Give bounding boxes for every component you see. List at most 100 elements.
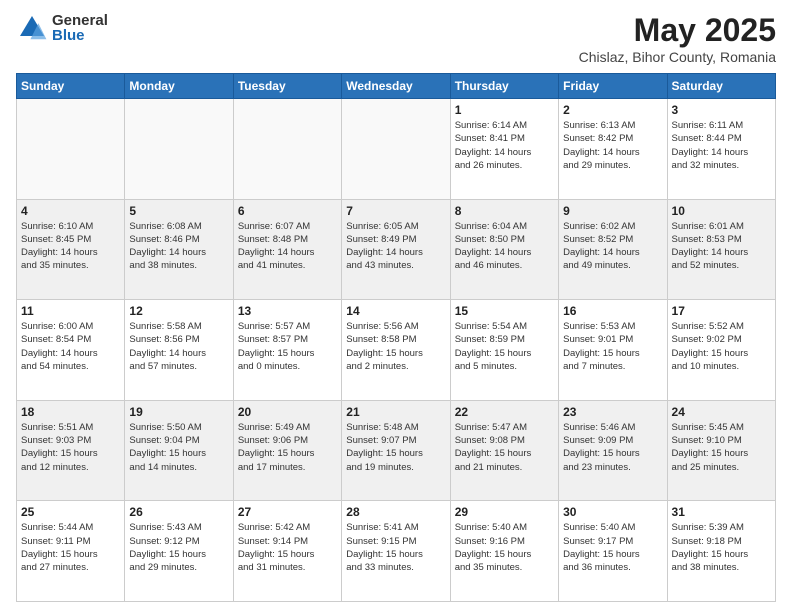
calendar-cell: 11 Sunrise: 6:00 AMSunset: 8:54 PMDayligh… [17, 300, 125, 401]
title-block: May 2025 Chislaz, Bihor County, Romania [579, 12, 776, 65]
day-number: 17 [672, 304, 771, 318]
calendar-cell: 24 Sunrise: 5:45 AMSunset: 9:10 PMDayligh… [667, 400, 775, 501]
calendar-cell: 21Sunrise: 5:48 AMSunset: 9:07 PMDayligh… [342, 400, 450, 501]
page: General Blue May 2025 Chislaz, Bihor Cou… [0, 0, 792, 612]
day-number: 10 [672, 204, 771, 218]
day-info: Sunrise: 5:40 AMSunset: 9:16 PMDaylight:… [455, 521, 554, 574]
day-number: 5 [129, 204, 228, 218]
day-info: Sunrise: 6:07 AMSunset: 8:48 PMDaylight:… [238, 220, 337, 273]
calendar-cell: 3 Sunrise: 6:11 AMSunset: 8:44 PMDaylight… [667, 99, 775, 200]
calendar-header-tuesday: Tuesday [233, 74, 341, 99]
calendar-cell: 17 Sunrise: 5:52 AMSunset: 9:02 PMDayligh… [667, 300, 775, 401]
calendar-cell: 31 Sunrise: 5:39 AMSunset: 9:18 PMDayligh… [667, 501, 775, 602]
calendar-header-monday: Monday [125, 74, 233, 99]
day-info: Sunrise: 5:51 AMSunset: 9:03 PMDaylight:… [21, 421, 120, 474]
main-title: May 2025 [579, 12, 776, 49]
logo-blue-text: Blue [52, 28, 108, 43]
day-info: Sunrise: 5:48 AMSunset: 9:07 PMDaylight:… [346, 421, 445, 474]
day-number: 30 [563, 505, 662, 519]
calendar-cell: 26 Sunrise: 5:43 AMSunset: 9:12 PMDayligh… [125, 501, 233, 602]
day-number: 16 [563, 304, 662, 318]
calendar-cell: 25Sunrise: 5:44 AMSunset: 9:11 PMDayligh… [17, 501, 125, 602]
day-number: 31 [672, 505, 771, 519]
day-info: Sunrise: 5:52 AMSunset: 9:02 PMDaylight:… [672, 320, 771, 373]
calendar-week-row: 1 Sunrise: 6:14 AMSunset: 8:41 PMDaylight… [17, 99, 776, 200]
day-info: Sunrise: 5:54 AMSunset: 8:59 PMDaylight:… [455, 320, 554, 373]
calendar-cell: 8 Sunrise: 6:04 AMSunset: 8:50 PMDaylight… [450, 199, 558, 300]
day-number: 19 [129, 405, 228, 419]
day-info: Sunrise: 6:04 AMSunset: 8:50 PMDaylight:… [455, 220, 554, 273]
day-number: 1 [455, 103, 554, 117]
calendar-cell: 28 Sunrise: 5:41 AMSunset: 9:15 PMDayligh… [342, 501, 450, 602]
day-info: Sunrise: 6:02 AMSunset: 8:52 PMDaylight:… [563, 220, 662, 273]
day-info: Sunrise: 5:47 AMSunset: 9:08 PMDaylight:… [455, 421, 554, 474]
calendar-cell: 20 Sunrise: 5:49 AMSunset: 9:06 PMDayligh… [233, 400, 341, 501]
day-info: Sunrise: 5:42 AMSunset: 9:14 PMDaylight:… [238, 521, 337, 574]
calendar-cell: 15 Sunrise: 5:54 AMSunset: 8:59 PMDayligh… [450, 300, 558, 401]
day-number: 11 [21, 304, 120, 318]
day-info: Sunrise: 5:45 AMSunset: 9:10 PMDaylight:… [672, 421, 771, 474]
day-info: Sunrise: 5:50 AMSunset: 9:04 PMDaylight:… [129, 421, 228, 474]
calendar-cell [17, 99, 125, 200]
day-number: 6 [238, 204, 337, 218]
day-info: Sunrise: 6:00 AMSunset: 8:54 PMDaylight:… [21, 320, 120, 373]
logo-text: General Blue [52, 13, 108, 43]
calendar-cell: 23 Sunrise: 5:46 AMSunset: 9:09 PMDayligh… [559, 400, 667, 501]
logo: General Blue [16, 12, 108, 44]
calendar-header-friday: Friday [559, 74, 667, 99]
day-number: 9 [563, 204, 662, 218]
day-number: 8 [455, 204, 554, 218]
day-info: Sunrise: 5:46 AMSunset: 9:09 PMDaylight:… [563, 421, 662, 474]
calendar-cell: 19 Sunrise: 5:50 AMSunset: 9:04 PMDayligh… [125, 400, 233, 501]
calendar-cell: 18 Sunrise: 5:51 AMSunset: 9:03 PMDayligh… [17, 400, 125, 501]
day-number: 2 [563, 103, 662, 117]
day-number: 18 [21, 405, 120, 419]
calendar-cell [125, 99, 233, 200]
logo-icon [16, 12, 48, 44]
calendar-header-thursday: Thursday [450, 74, 558, 99]
day-number: 23 [563, 405, 662, 419]
calendar-header-wednesday: Wednesday [342, 74, 450, 99]
day-info: Sunrise: 5:40 AMSunset: 9:17 PMDaylight:… [563, 521, 662, 574]
day-number: 13 [238, 304, 337, 318]
calendar-cell: 1 Sunrise: 6:14 AMSunset: 8:41 PMDaylight… [450, 99, 558, 200]
day-info: Sunrise: 6:08 AMSunset: 8:46 PMDaylight:… [129, 220, 228, 273]
calendar-cell [233, 99, 341, 200]
day-info: Sunrise: 5:53 AMSunset: 9:01 PMDaylight:… [563, 320, 662, 373]
day-info: Sunrise: 5:43 AMSunset: 9:12 PMDaylight:… [129, 521, 228, 574]
day-info: Sunrise: 6:05 AMSunset: 8:49 PMDaylight:… [346, 220, 445, 273]
calendar-header-row: SundayMondayTuesdayWednesdayThursdayFrid… [17, 74, 776, 99]
calendar-cell: 6 Sunrise: 6:07 AMSunset: 8:48 PMDaylight… [233, 199, 341, 300]
day-number: 27 [238, 505, 337, 519]
day-number: 4 [21, 204, 120, 218]
calendar-week-row: 18 Sunrise: 5:51 AMSunset: 9:03 PMDayligh… [17, 400, 776, 501]
calendar-cell: 7 Sunrise: 6:05 AMSunset: 8:49 PMDaylight… [342, 199, 450, 300]
calendar-cell: 16 Sunrise: 5:53 AMSunset: 9:01 PMDayligh… [559, 300, 667, 401]
calendar-cell: 12Sunrise: 5:58 AMSunset: 8:56 PMDayligh… [125, 300, 233, 401]
calendar-cell [342, 99, 450, 200]
day-number: 12 [129, 304, 228, 318]
day-number: 20 [238, 405, 337, 419]
calendar-table: SundayMondayTuesdayWednesdayThursdayFrid… [16, 73, 776, 602]
calendar-cell: 2 Sunrise: 6:13 AMSunset: 8:42 PMDaylight… [559, 99, 667, 200]
day-number: 26 [129, 505, 228, 519]
day-info: Sunrise: 5:49 AMSunset: 9:06 PMDaylight:… [238, 421, 337, 474]
day-info: Sunrise: 6:14 AMSunset: 8:41 PMDaylight:… [455, 119, 554, 172]
day-number: 7 [346, 204, 445, 218]
calendar-cell: 29Sunrise: 5:40 AMSunset: 9:16 PMDayligh… [450, 501, 558, 602]
calendar-cell: 22 Sunrise: 5:47 AMSunset: 9:08 PMDayligh… [450, 400, 558, 501]
day-number: 28 [346, 505, 445, 519]
day-info: Sunrise: 5:39 AMSunset: 9:18 PMDaylight:… [672, 521, 771, 574]
day-info: Sunrise: 6:11 AMSunset: 8:44 PMDaylight:… [672, 119, 771, 172]
calendar-header-sunday: Sunday [17, 74, 125, 99]
day-number: 3 [672, 103, 771, 117]
day-info: Sunrise: 5:44 AMSunset: 9:11 PMDaylight:… [21, 521, 120, 574]
calendar-cell: 5 Sunrise: 6:08 AMSunset: 8:46 PMDaylight… [125, 199, 233, 300]
day-number: 24 [672, 405, 771, 419]
day-number: 22 [455, 405, 554, 419]
calendar-cell: 27 Sunrise: 5:42 AMSunset: 9:14 PMDayligh… [233, 501, 341, 602]
day-number: 15 [455, 304, 554, 318]
calendar-week-row: 11 Sunrise: 6:00 AMSunset: 8:54 PMDayligh… [17, 300, 776, 401]
day-info: Sunrise: 5:41 AMSunset: 9:15 PMDaylight:… [346, 521, 445, 574]
day-info: Sunrise: 6:13 AMSunset: 8:42 PMDaylight:… [563, 119, 662, 172]
